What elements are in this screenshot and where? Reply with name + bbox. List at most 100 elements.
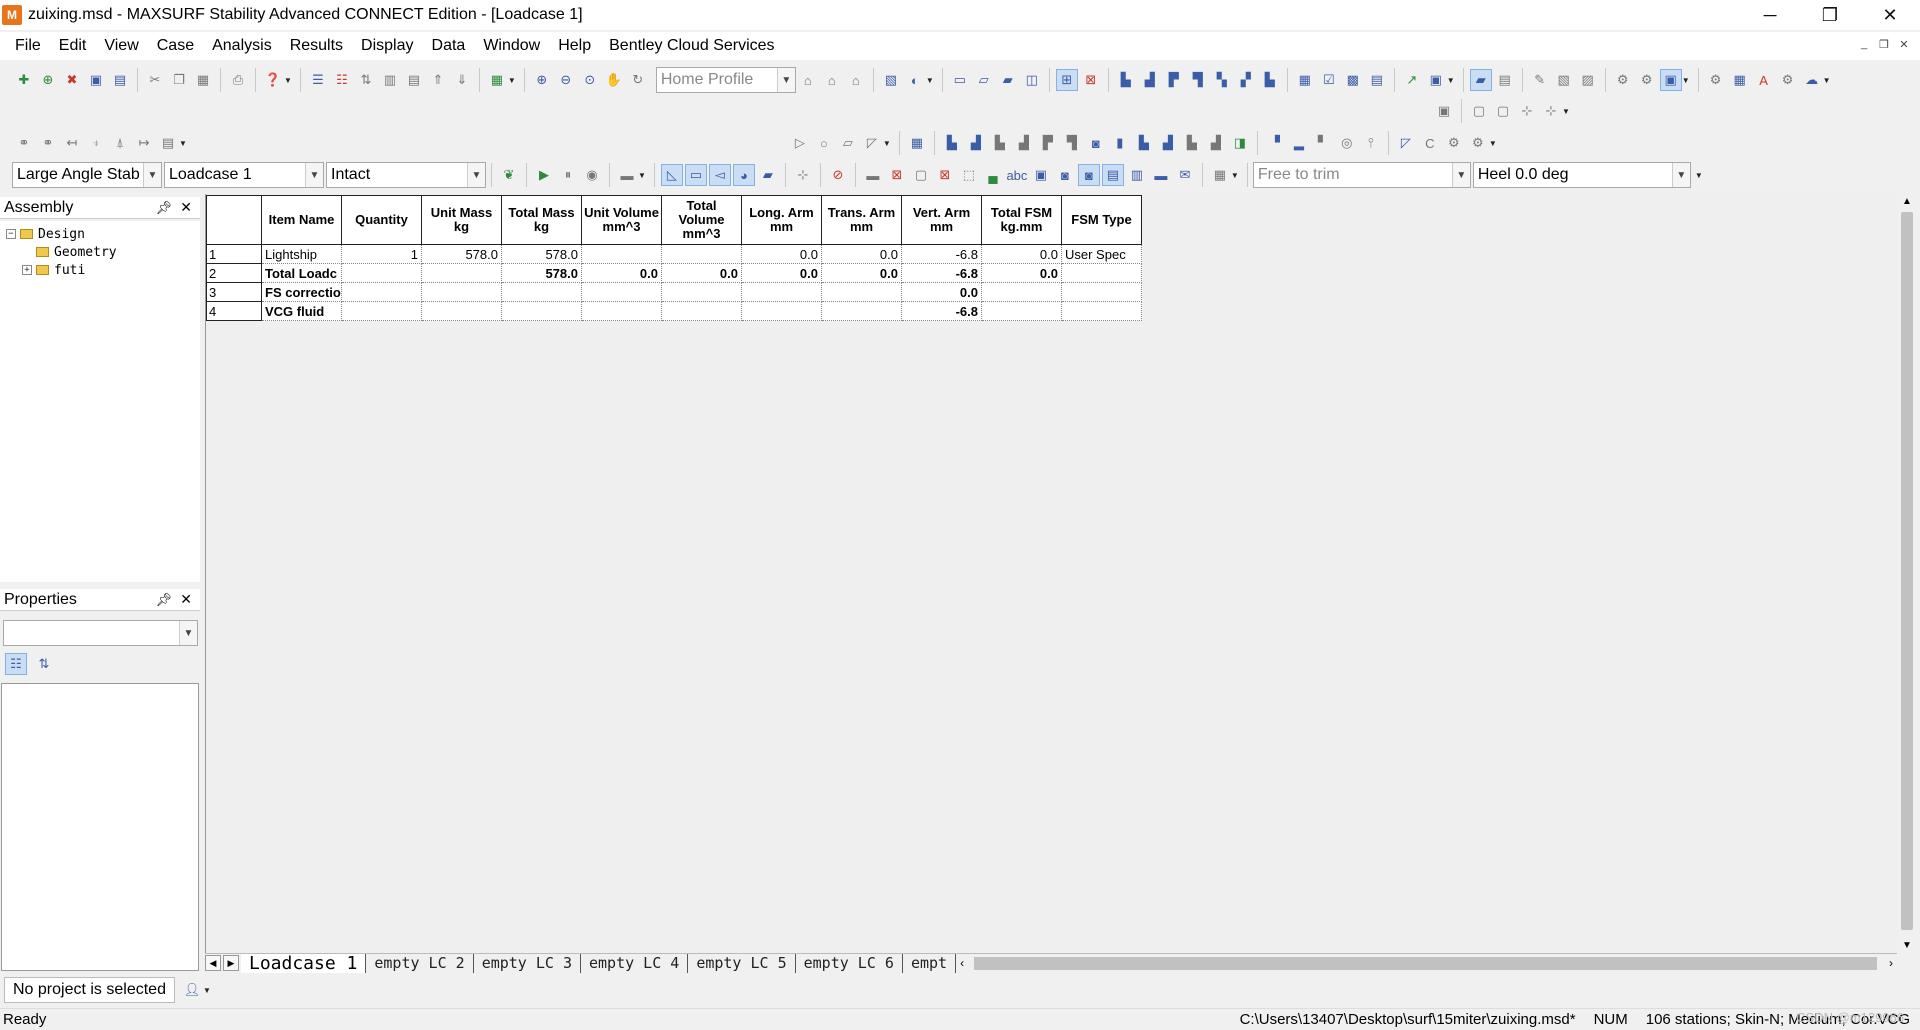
table-cell[interactable]: 0.0 — [661, 263, 742, 283]
results-icon-4[interactable]: ▜ — [1187, 69, 1209, 91]
tool-icon-5[interactable]: ⍋ — [109, 132, 131, 154]
delete-row-icon[interactable]: ☷ — [331, 69, 353, 91]
tile-window-icon[interactable]: ⊞ — [1055, 69, 1078, 91]
table-cell[interactable] — [501, 301, 582, 321]
table-cell[interactable] — [981, 301, 1062, 321]
table-cell[interactable] — [1061, 263, 1142, 283]
categorized-icon[interactable]: ☷ — [5, 653, 27, 675]
export-icon[interactable]: ▦ — [486, 69, 508, 91]
column-header[interactable]: Unit Volume mm^3 — [581, 195, 662, 245]
column-header[interactable]: Total Mass kg — [501, 195, 582, 245]
settings-icon-2[interactable]: ⚙ — [1636, 69, 1658, 91]
preferences-icon[interactable]: ⚙ — [1705, 69, 1727, 91]
table-cell[interactable]: -6.8 — [901, 301, 982, 321]
chevron-down-icon[interactable]: ▼ — [1695, 171, 1703, 180]
cloud-icon[interactable]: ☁ — [1801, 69, 1823, 91]
criteria-icon-4[interactable]: ⚙ — [1467, 132, 1489, 154]
chevron-down-icon[interactable]: ▼ — [1823, 76, 1831, 85]
results-icon-5[interactable]: ▚ — [1211, 69, 1233, 91]
show-results-icon[interactable]: ▰ — [1469, 69, 1492, 91]
table-cell[interactable] — [421, 301, 502, 321]
table-cell[interactable]: 0.0 — [741, 244, 822, 264]
options-icon[interactable]: ⚙ — [1777, 69, 1799, 91]
scroll-thumb[interactable] — [974, 956, 1877, 970]
corner-cell[interactable] — [206, 195, 262, 245]
tank-icon-13[interactable]: ◨ — [1229, 132, 1251, 154]
alphabetical-icon[interactable]: ⇅ — [33, 653, 55, 675]
trim-combo[interactable]: Free to trim ▼ — [1252, 162, 1471, 188]
loadcase-options-icon[interactable]: ▬ — [616, 164, 638, 186]
move-down-icon[interactable]: ⇓ — [451, 69, 473, 91]
scroll-up-icon[interactable]: ▲ — [1902, 196, 1912, 207]
tank-icon-7[interactable]: ◙ — [1085, 132, 1107, 154]
tool-icon-1[interactable]: ⚭ — [13, 132, 35, 154]
render-icon[interactable]: ◐ — [904, 69, 926, 91]
edit-icon[interactable]: ✎ — [1529, 69, 1551, 91]
save-icon[interactable]: ▣ — [85, 69, 107, 91]
shape-polygon-icon[interactable]: ◸ — [861, 132, 883, 154]
tab-next-icon[interactable]: ▶ — [223, 955, 239, 971]
table-cell[interactable]: -6.8 — [901, 244, 982, 264]
display-icon-2[interactable]: ▭ — [684, 164, 707, 186]
loadcase-table[interactable]: Item Name Quantity Unit Mass kg Total Mass … — [206, 195, 1142, 321]
results-icon-3[interactable]: ▛ — [1163, 69, 1185, 91]
chevron-down-icon[interactable]: ▼ — [1231, 171, 1239, 180]
display-icon-21[interactable]: ✉ — [1174, 164, 1196, 186]
loadcase-tab[interactable]: empty LC 5 — [688, 953, 796, 973]
scroll-thumb[interactable] — [1901, 212, 1913, 930]
chevron-down-icon[interactable]: ▼ — [1489, 139, 1497, 148]
frame-icon-3[interactable]: ▢ — [1492, 100, 1514, 122]
add-icon[interactable]: ⊕ — [37, 69, 59, 91]
scroll-left-icon[interactable]: ‹ — [960, 956, 964, 970]
display-icon-13[interactable]: ▄ — [982, 164, 1004, 186]
table-cell[interactable] — [981, 282, 1062, 302]
results-icon-1[interactable]: ▙ — [1115, 69, 1137, 91]
home-icon[interactable]: ⌂ — [797, 69, 819, 91]
tree-item[interactable]: Geometry — [0, 243, 200, 261]
zoom-in-icon[interactable]: ⊕ — [531, 69, 553, 91]
save-all-icon[interactable]: ▤ — [109, 69, 131, 91]
start-analysis-icon[interactable]: ▶ — [533, 164, 555, 186]
display-icon-6[interactable]: ⊹ — [792, 164, 814, 186]
chevron-down-icon[interactable]: ▼ — [776, 68, 795, 92]
table-cell[interactable] — [341, 263, 422, 283]
menu-data[interactable]: Data — [423, 32, 475, 60]
results-icon-2[interactable]: ▟ — [1139, 69, 1161, 91]
chevron-down-icon[interactable]: ▼ — [1562, 107, 1570, 116]
pause-analysis-icon[interactable]: ⏸ — [557, 164, 579, 186]
loadcase-tab[interactable]: empty LC 4 — [581, 953, 689, 973]
fill-right-icon[interactable]: ▤ — [403, 69, 425, 91]
criteria-icon-1[interactable]: ◸ — [1395, 132, 1417, 154]
menu-display[interactable]: Display — [352, 32, 422, 60]
hull-view-icon[interactable]: ▭ — [949, 69, 971, 91]
frame-icon-5[interactable]: ⊹ — [1540, 100, 1562, 122]
display-icon-1[interactable]: ◺ — [660, 164, 683, 186]
table-cell[interactable] — [581, 301, 662, 321]
results-table-icon[interactable]: ▤ — [1494, 69, 1516, 91]
mdi-close-button[interactable]: ✕ — [1896, 36, 1912, 52]
tank-icon-2[interactable]: ▟ — [965, 132, 987, 154]
zoom-out-icon[interactable]: ⊖ — [555, 69, 577, 91]
display-icon-5[interactable]: ▰ — [757, 164, 779, 186]
insert-row-icon[interactable]: ☰ — [307, 69, 329, 91]
cut-icon[interactable]: ✂ — [144, 69, 166, 91]
table-cell[interactable] — [501, 282, 582, 302]
chevron-down-icon[interactable]: ▼ — [284, 76, 292, 85]
display-icon-18[interactable]: ▤ — [1101, 164, 1124, 186]
display-icon-20[interactable]: ▬ — [1150, 164, 1172, 186]
close-button[interactable]: ✕ — [1860, 0, 1920, 30]
pin-icon[interactable]: 📌︎ — [155, 592, 172, 608]
criteria-icon-3[interactable]: ⚙ — [1443, 132, 1465, 154]
marker-icon-1[interactable]: ▝ — [1264, 132, 1286, 154]
check-table-icon[interactable]: ☑ — [1318, 69, 1340, 91]
tank-icon-5[interactable]: ▛ — [1037, 132, 1059, 154]
column-header[interactable]: Quantity — [341, 195, 422, 245]
table-cell[interactable] — [1061, 301, 1142, 321]
table-cell[interactable] — [421, 263, 502, 283]
table-cell[interactable] — [821, 282, 902, 302]
table-cell[interactable]: 578.0 — [501, 244, 582, 264]
chevron-down-icon[interactable]: ▼ — [508, 76, 516, 85]
horizontal-scrollbar[interactable]: ‹ › — [956, 955, 1897, 972]
properties-object-combo[interactable]: ▼ — [3, 620, 198, 646]
print-icon[interactable]: ⎙ — [227, 69, 249, 91]
